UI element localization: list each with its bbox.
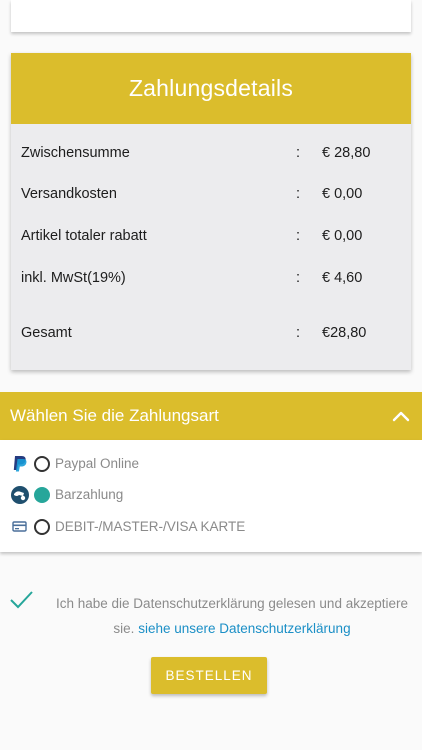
radio-button-selected[interactable] xyxy=(34,487,50,503)
previous-card xyxy=(11,0,411,32)
row-value: € 0,00 xyxy=(322,228,363,244)
radio-button[interactable] xyxy=(34,456,50,472)
subtotal-row: Zwischensumme : € 28,80 xyxy=(11,142,411,166)
row-separator: : xyxy=(296,228,301,244)
payment-details-title: Zahlungsdetails xyxy=(11,53,411,124)
payment-options: Paypal Online Barzahlung DEBIT-/MASTER-/… xyxy=(0,440,422,552)
privacy-consent: Ich habe die Datenschutzerklärung gelese… xyxy=(52,591,412,641)
row-label: Artikel totaler rabatt xyxy=(21,228,147,244)
vat-row: inkl. MwSt(19%) : € 4,60 xyxy=(11,267,411,291)
shipping-row: Versandkosten : € 0,00 xyxy=(11,183,411,207)
row-label: inkl. MwSt(19%) xyxy=(21,270,126,286)
order-button[interactable]: BESTELLEN xyxy=(151,657,267,694)
option-label: DEBIT-/MASTER-/VISA KARTE xyxy=(55,519,246,534)
row-label: Versandkosten xyxy=(21,186,117,202)
row-value: € 28,80 xyxy=(322,145,371,161)
cash-icon xyxy=(11,486,29,504)
row-value: € 0,00 xyxy=(322,186,363,202)
privacy-policy-link[interactable]: siehe unsere Datenschutzerklärung xyxy=(138,621,350,636)
total-row: Gesamt : €28,80 xyxy=(11,322,411,346)
row-separator: : xyxy=(296,325,301,341)
payment-method-title: Wählen Sie die Zahlungsart xyxy=(10,406,219,425)
radio-button[interactable] xyxy=(34,519,50,535)
row-separator: : xyxy=(296,270,301,286)
check-icon[interactable] xyxy=(10,590,34,610)
row-label: Zwischensumme xyxy=(21,145,130,161)
card-icon xyxy=(12,521,27,532)
payment-method-header[interactable]: Wählen Sie die Zahlungsart xyxy=(0,392,422,440)
discount-row: Artikel totaler rabatt : € 0,00 xyxy=(11,225,411,249)
row-label: Gesamt xyxy=(21,325,72,341)
payment-option-card[interactable]: DEBIT-/MASTER-/VISA KARTE xyxy=(0,516,422,538)
row-separator: : xyxy=(296,186,301,202)
chevron-up-icon[interactable] xyxy=(392,409,410,423)
option-label: Barzahlung xyxy=(55,487,124,502)
payment-option-cash[interactable]: Barzahlung xyxy=(0,484,422,506)
row-value: €28,80 xyxy=(322,325,367,341)
payment-details-card: Zahlungsdetails Zwischensumme : € 28,80 … xyxy=(11,53,411,370)
payment-option-paypal[interactable]: Paypal Online xyxy=(0,453,422,475)
option-label: Paypal Online xyxy=(55,456,140,471)
row-separator: : xyxy=(296,145,301,161)
paypal-icon xyxy=(13,456,27,472)
row-value: € 4,60 xyxy=(322,270,363,286)
